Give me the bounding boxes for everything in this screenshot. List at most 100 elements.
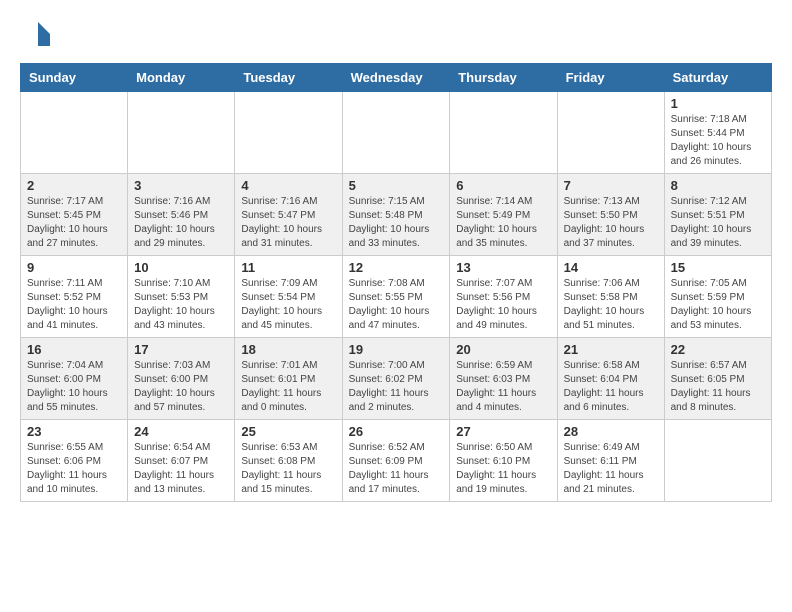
day-info: Sunrise: 6:50 AM Sunset: 6:10 PM Dayligh… [456,441,550,497]
day-info: Sunrise: 7:00 AM Sunset: 6:02 PM Dayligh… [349,359,444,415]
calendar-week-2: 2 Sunrise: 7:17 AM Sunset: 5:45 PM Daylig… [21,173,772,255]
day-number: 16 [27,342,121,357]
calendar-week-5: 23 Sunrise: 6:55 AM Sunset: 6:06 PM Dayli… [21,419,772,501]
calendar-cell [557,91,664,173]
day-number: 28 [564,424,658,439]
calendar-week-1: 1Sunrise: 7:18 AM Sunset: 5:44 PM Daylig… [21,91,772,173]
day-number: 6 [456,178,550,193]
day-number: 15 [671,260,765,275]
calendar-cell: 7 Sunrise: 7:13 AM Sunset: 5:50 PM Daylig… [557,173,664,255]
day-info: Sunrise: 6:55 AM Sunset: 6:06 PM Dayligh… [27,441,121,497]
day-number: 24 [134,424,228,439]
calendar-cell [21,91,128,173]
calendar-week-3: 9 Sunrise: 7:11 AM Sunset: 5:52 PM Daylig… [21,255,772,337]
day-info: Sunrise: 7:11 AM Sunset: 5:52 PM Dayligh… [27,277,121,333]
calendar-cell: 11 Sunrise: 7:09 AM Sunset: 5:54 PM Dayli… [235,255,342,337]
day-number: 4 [241,178,335,193]
weekday-header-row: SundayMondayTuesdayWednesdayThursdayFrid… [21,63,772,91]
day-info: Sunrise: 7:14 AM Sunset: 5:49 PM Dayligh… [456,195,550,251]
calendar-cell: 28 Sunrise: 6:49 AM Sunset: 6:11 PM Dayli… [557,419,664,501]
day-number: 18 [241,342,335,357]
calendar-cell: 15 Sunrise: 7:05 AM Sunset: 5:59 PM Dayli… [664,255,771,337]
day-number: 23 [27,424,121,439]
calendar-cell [342,91,450,173]
calendar-cell: 3 Sunrise: 7:16 AM Sunset: 5:46 PM Daylig… [128,173,235,255]
calendar-cell: 26 Sunrise: 6:52 AM Sunset: 6:09 PM Dayli… [342,419,450,501]
calendar-cell: 17 Sunrise: 7:03 AM Sunset: 6:00 PM Dayli… [128,337,235,419]
calendar-table: SundayMondayTuesdayWednesdayThursdayFrid… [20,63,772,502]
calendar-cell: 22Sunrise: 6:57 AM Sunset: 6:05 PM Dayli… [664,337,771,419]
day-number: 20 [456,342,550,357]
day-info: Sunrise: 7:07 AM Sunset: 5:56 PM Dayligh… [456,277,550,333]
calendar-week-4: 16 Sunrise: 7:04 AM Sunset: 6:00 PM Dayli… [21,337,772,419]
calendar-cell: 12Sunrise: 7:08 AM Sunset: 5:55 PM Dayli… [342,255,450,337]
weekday-header-sunday: Sunday [21,63,128,91]
page-header [20,20,772,53]
logo-icon [24,20,52,48]
day-number: 27 [456,424,550,439]
calendar-cell: 10 Sunrise: 7:10 AM Sunset: 5:53 PM Dayli… [128,255,235,337]
day-number: 11 [241,260,335,275]
calendar-cell: 4 Sunrise: 7:16 AM Sunset: 5:47 PM Daylig… [235,173,342,255]
weekday-header-monday: Monday [128,63,235,91]
day-number: 12 [349,260,444,275]
day-number: 8 [671,178,765,193]
day-number: 22 [671,342,765,357]
day-number: 9 [27,260,121,275]
day-number: 26 [349,424,444,439]
day-info: Sunrise: 7:15 AM Sunset: 5:48 PM Dayligh… [349,195,444,251]
day-info: Sunrise: 7:16 AM Sunset: 5:47 PM Dayligh… [241,195,335,251]
calendar-cell: 6 Sunrise: 7:14 AM Sunset: 5:49 PM Daylig… [450,173,557,255]
calendar-cell [235,91,342,173]
weekday-header-tuesday: Tuesday [235,63,342,91]
weekday-header-wednesday: Wednesday [342,63,450,91]
day-info: Sunrise: 6:52 AM Sunset: 6:09 PM Dayligh… [349,441,444,497]
day-number: 2 [27,178,121,193]
calendar-cell: 27 Sunrise: 6:50 AM Sunset: 6:10 PM Dayli… [450,419,557,501]
day-info: Sunrise: 7:10 AM Sunset: 5:53 PM Dayligh… [134,277,228,333]
calendar-cell: 1Sunrise: 7:18 AM Sunset: 5:44 PM Daylig… [664,91,771,173]
calendar-cell: 18 Sunrise: 7:01 AM Sunset: 6:01 PM Dayli… [235,337,342,419]
day-info: Sunrise: 7:01 AM Sunset: 6:01 PM Dayligh… [241,359,335,415]
day-info: Sunrise: 7:03 AM Sunset: 6:00 PM Dayligh… [134,359,228,415]
calendar-cell: 19Sunrise: 7:00 AM Sunset: 6:02 PM Dayli… [342,337,450,419]
day-number: 7 [564,178,658,193]
day-info: Sunrise: 6:53 AM Sunset: 6:08 PM Dayligh… [241,441,335,497]
day-number: 13 [456,260,550,275]
calendar-cell: 9 Sunrise: 7:11 AM Sunset: 5:52 PM Daylig… [21,255,128,337]
day-info: Sunrise: 7:13 AM Sunset: 5:50 PM Dayligh… [564,195,658,251]
calendar-cell: 20Sunrise: 6:59 AM Sunset: 6:03 PM Dayli… [450,337,557,419]
calendar-cell: 23 Sunrise: 6:55 AM Sunset: 6:06 PM Dayli… [21,419,128,501]
calendar-cell: 24 Sunrise: 6:54 AM Sunset: 6:07 PM Dayli… [128,419,235,501]
day-info: Sunrise: 7:06 AM Sunset: 5:58 PM Dayligh… [564,277,658,333]
calendar-cell [664,419,771,501]
day-info: Sunrise: 7:04 AM Sunset: 6:00 PM Dayligh… [27,359,121,415]
weekday-header-thursday: Thursday [450,63,557,91]
day-info: Sunrise: 7:18 AM Sunset: 5:44 PM Dayligh… [671,113,765,169]
day-info: Sunrise: 6:49 AM Sunset: 6:11 PM Dayligh… [564,441,658,497]
day-info: Sunrise: 7:16 AM Sunset: 5:46 PM Dayligh… [134,195,228,251]
day-number: 21 [564,342,658,357]
calendar-cell: 5 Sunrise: 7:15 AM Sunset: 5:48 PM Daylig… [342,173,450,255]
day-number: 5 [349,178,444,193]
day-number: 17 [134,342,228,357]
calendar-cell: 8 Sunrise: 7:12 AM Sunset: 5:51 PM Daylig… [664,173,771,255]
calendar-cell [128,91,235,173]
calendar-cell: 16 Sunrise: 7:04 AM Sunset: 6:00 PM Dayli… [21,337,128,419]
calendar-cell: 25Sunrise: 6:53 AM Sunset: 6:08 PM Dayli… [235,419,342,501]
weekday-header-saturday: Saturday [664,63,771,91]
day-info: Sunrise: 7:09 AM Sunset: 5:54 PM Dayligh… [241,277,335,333]
calendar-cell: 14Sunrise: 7:06 AM Sunset: 5:58 PM Dayli… [557,255,664,337]
day-info: Sunrise: 7:05 AM Sunset: 5:59 PM Dayligh… [671,277,765,333]
weekday-header-friday: Friday [557,63,664,91]
day-info: Sunrise: 6:58 AM Sunset: 6:04 PM Dayligh… [564,359,658,415]
day-info: Sunrise: 6:54 AM Sunset: 6:07 PM Dayligh… [134,441,228,497]
day-info: Sunrise: 7:12 AM Sunset: 5:51 PM Dayligh… [671,195,765,251]
calendar-cell [450,91,557,173]
calendar-cell: 21 Sunrise: 6:58 AM Sunset: 6:04 PM Dayli… [557,337,664,419]
calendar-cell: 2 Sunrise: 7:17 AM Sunset: 5:45 PM Daylig… [21,173,128,255]
day-number: 3 [134,178,228,193]
calendar-cell: 13 Sunrise: 7:07 AM Sunset: 5:56 PM Dayli… [450,255,557,337]
day-info: Sunrise: 7:17 AM Sunset: 5:45 PM Dayligh… [27,195,121,251]
day-number: 10 [134,260,228,275]
